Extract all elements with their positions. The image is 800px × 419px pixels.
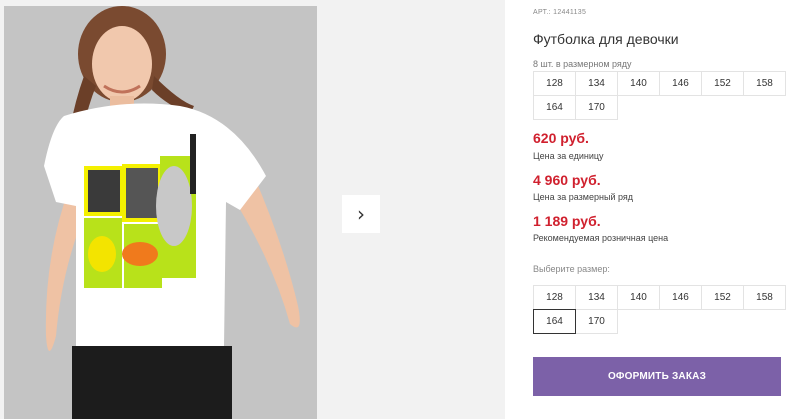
set-price: 4 960 руб.: [533, 172, 601, 188]
size-option[interactable]: 152: [701, 285, 744, 310]
unit-price-label: Цена за единицу: [533, 151, 604, 161]
next-image-button[interactable]: ›: [342, 195, 380, 233]
product-info: АРТ.: 12441135 Футболка для девочки 8 шт…: [533, 0, 793, 419]
size-option[interactable]: 134: [575, 285, 618, 310]
size-option[interactable]: 146: [659, 285, 702, 310]
article-number: АРТ.: 12441135: [533, 9, 587, 16]
set-size-cell: 170: [575, 95, 618, 120]
set-size-cell: 140: [617, 71, 660, 96]
set-price-label: Цена за размерный ряд: [533, 192, 634, 202]
size-option[interactable]: 128: [533, 285, 576, 310]
set-size-cell: 134: [575, 71, 618, 96]
unit-price: 620 руб.: [533, 130, 589, 146]
chevron-right-icon: ›: [357, 202, 365, 226]
size-option[interactable]: 170: [575, 309, 618, 334]
product-photo-illustration: [4, 6, 317, 419]
size-option[interactable]: 164: [533, 309, 576, 334]
product-title: Футболка для девочки: [533, 31, 679, 47]
set-sizes-grid: 128 134 140 146 152 158 164 170: [533, 71, 786, 120]
retail-price: 1 189 руб.: [533, 213, 601, 229]
product-photo: [4, 6, 317, 419]
set-size-cell: 146: [659, 71, 702, 96]
set-size-cell: 128: [533, 71, 576, 96]
product-gallery: ›: [0, 0, 505, 419]
choose-size-label: Выберите размер:: [533, 264, 610, 274]
set-size-cell: 158: [743, 71, 786, 96]
set-size-cell: 152: [701, 71, 744, 96]
set-sizes-label: 8 шт. в размерном ряду: [533, 59, 632, 69]
retail-price-label: Рекомендуемая розничная цена: [533, 233, 669, 243]
size-option[interactable]: 140: [617, 285, 660, 310]
size-option[interactable]: 158: [743, 285, 786, 310]
place-order-button[interactable]: ОФОРМИТЬ ЗАКАЗ: [533, 357, 781, 396]
set-size-cell: 164: [533, 95, 576, 120]
size-picker-grid: 128 134 140 146 152 158 164 170: [533, 285, 786, 334]
